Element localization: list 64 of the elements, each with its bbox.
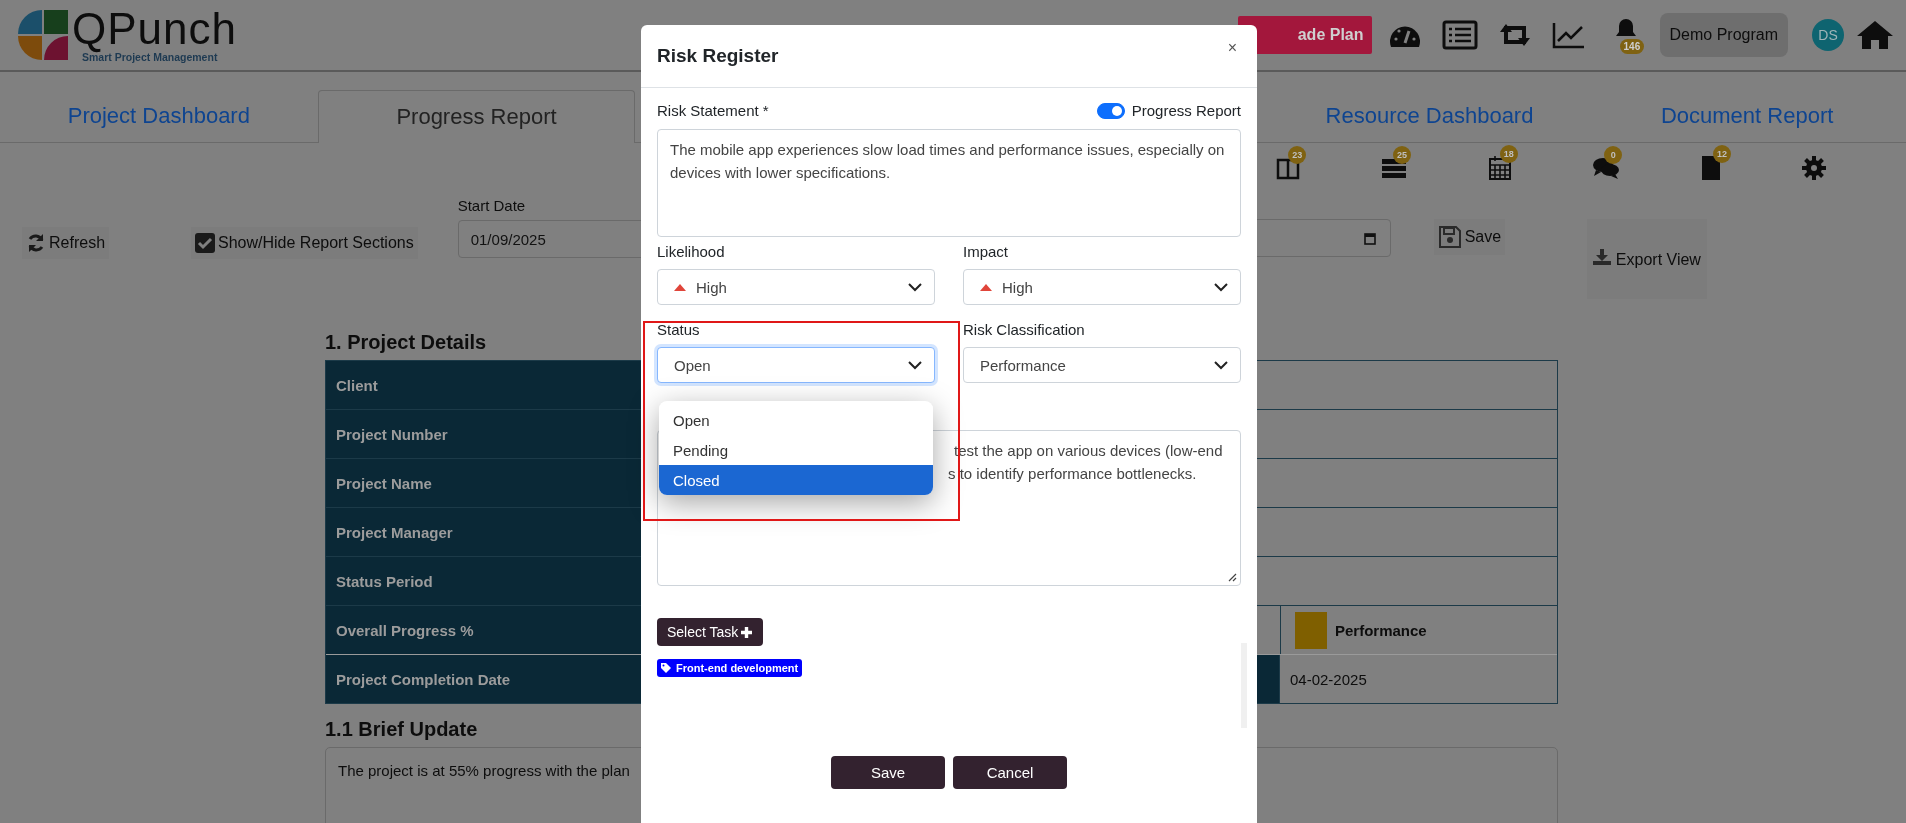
server-icon[interactable] [1381, 156, 1407, 180]
chevron-icon [908, 360, 922, 370]
export-button[interactable]: Export View [1587, 219, 1708, 299]
chevron-icon [908, 282, 922, 292]
refresh-button[interactable]: Refresh [22, 227, 110, 259]
tab[interactable]: Progress Report [317, 90, 636, 143]
triangle-icon [674, 283, 686, 291]
field-label: Likelihood [657, 241, 726, 261]
field-label: Risk Statement * [657, 102, 769, 119]
status-select[interactable]: Open [657, 347, 935, 383]
toggle-label: Progress Report [1131, 102, 1241, 119]
refresh-icon [26, 233, 46, 253]
program-button[interactable]: Demo Program [1659, 13, 1788, 57]
count-badge: 18 [1499, 145, 1518, 163]
table-cell: 04-02-2025 [1290, 670, 1367, 688]
dialog-button[interactable]: Cancel [953, 756, 1067, 789]
save-button[interactable]: Save [1433, 219, 1506, 255]
dropdown-option[interactable]: Closed [659, 465, 933, 495]
task-tag: Front-end development [657, 659, 803, 677]
count-badge: 12 [1712, 145, 1731, 163]
dropdown-option[interactable]: Pending [659, 435, 933, 465]
section-heading: 1.1 Brief Update [325, 718, 478, 741]
columns-icon[interactable] [1276, 156, 1301, 180]
logo-tagline: Smart Project Management [82, 51, 218, 63]
download-icon [1593, 248, 1612, 265]
notification-badge: 146 [1619, 39, 1645, 54]
line-chart-icon[interactable] [1551, 21, 1586, 49]
toggle-switch[interactable] [1096, 102, 1125, 119]
field-label: Status [657, 319, 701, 339]
dialog-title: Risk Register [657, 45, 779, 67]
logo-name: QPunch [72, 7, 237, 51]
statement-field[interactable]: The mobile app experiences slow load times and performance issues, especially on devices with lower specifications. [657, 129, 1241, 237]
table-cell: Performance [1335, 621, 1427, 639]
resize-grip-icon[interactable] [1227, 572, 1237, 582]
settings-icon[interactable] [1801, 156, 1826, 180]
home-icon[interactable] [1856, 19, 1894, 51]
section-heading: 1. Project Details [325, 331, 487, 354]
calendar-icon[interactable] [1487, 155, 1512, 181]
classification-select[interactable]: Performance [963, 347, 1241, 383]
repeat-icon[interactable] [1497, 22, 1532, 48]
tag-icon [661, 663, 671, 673]
list-icon[interactable] [1441, 20, 1478, 50]
user-avatar[interactable]: DS [1812, 19, 1844, 51]
chevron-icon [1214, 360, 1228, 370]
dropdown-option[interactable]: Open [659, 405, 933, 435]
show-hide-button[interactable]: Show/Hide Report Sections [191, 227, 418, 259]
chevron-icon [1214, 282, 1228, 292]
dialog-button[interactable]: Save [831, 756, 945, 789]
calendar-icon[interactable] [1363, 231, 1376, 245]
plus-icon [740, 625, 754, 639]
count-badge: 0 [1604, 146, 1623, 164]
impact-select[interactable]: High [963, 269, 1241, 305]
count-badge: 25 [1393, 146, 1411, 164]
file-icon[interactable] [1700, 155, 1721, 181]
logo-icon [16, 8, 70, 62]
triangle-icon [980, 283, 992, 291]
field-label: Start Date [457, 197, 527, 214]
count-badge: 23 [1288, 146, 1307, 164]
checkbox[interactable] [195, 233, 216, 253]
field-label: Risk Classification [963, 319, 1086, 339]
bell-icon[interactable] [1613, 18, 1638, 39]
field-label: Impact [963, 241, 1009, 261]
select-task-button[interactable]: Select Task [657, 618, 764, 646]
likelihood-select[interactable]: High [657, 269, 935, 305]
